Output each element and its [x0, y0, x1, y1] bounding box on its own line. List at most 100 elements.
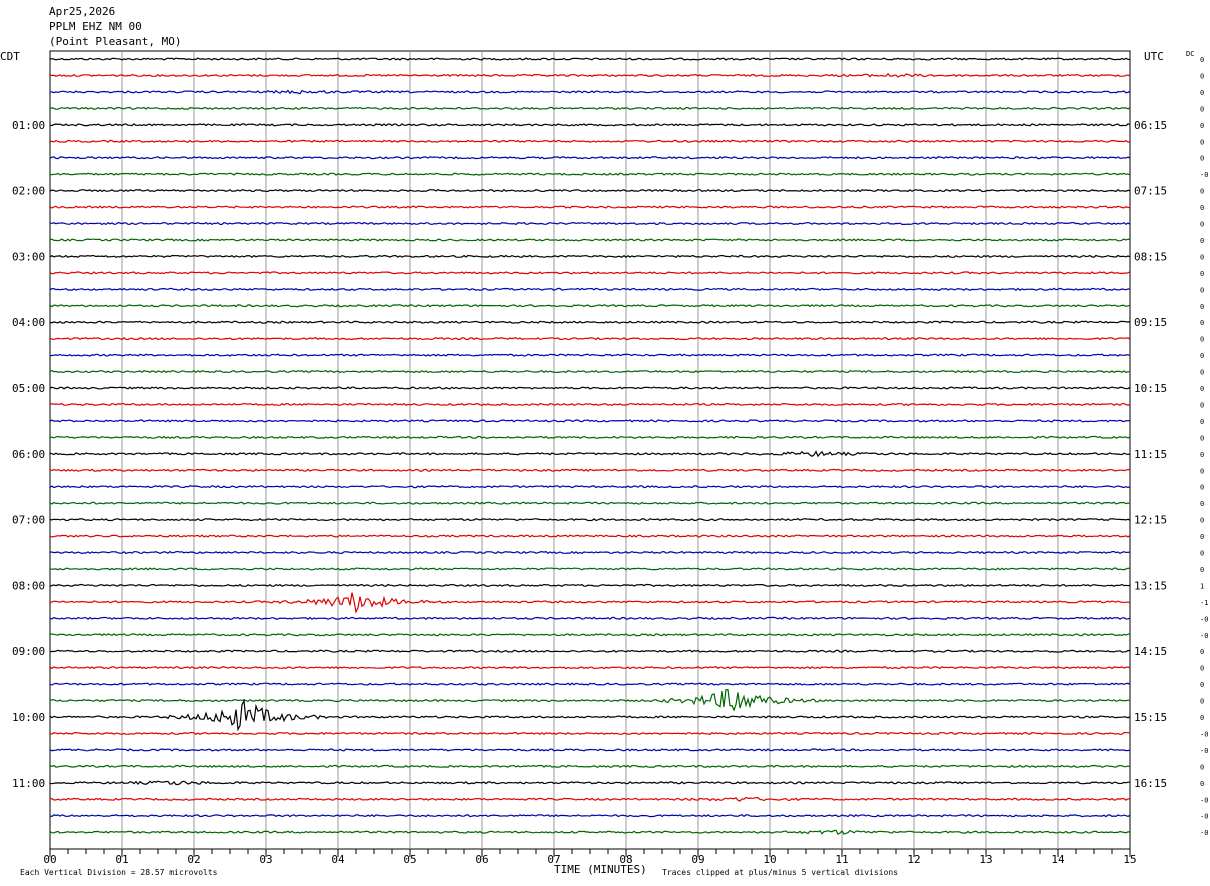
- dc-offset-value: 0: [1200, 221, 1204, 229]
- trace-row: [49, 731, 1130, 736]
- trace-row: [49, 814, 1131, 818]
- dc-offset-value: 0: [1200, 352, 1204, 360]
- dc-offset-value: -0: [1200, 829, 1208, 837]
- dc-label: DC: [1186, 50, 1194, 58]
- trace-row: [49, 583, 1131, 588]
- utc-hour-label: 08:15: [1134, 250, 1167, 263]
- trace-row: [49, 450, 1131, 458]
- cdt-hour-label: 09:00: [12, 645, 45, 658]
- trace-row: [49, 254, 1131, 259]
- trace-row: [49, 649, 1131, 653]
- dc-offset-value: -1: [1200, 599, 1208, 607]
- x-tick-label: 06: [475, 853, 488, 866]
- dc-offset-value: 0: [1200, 369, 1204, 377]
- dc-offset-value: 1: [1200, 582, 1204, 590]
- trace-row: [49, 534, 1131, 538]
- dc-offset-value: -0: [1200, 171, 1208, 179]
- utc-hour-labels: 06:15 07:15 08:15 09:15 10:15 11:15 12:15 13:15…: [1134, 119, 1167, 790]
- dc-offset-value: -0: [1200, 632, 1208, 640]
- cdt-hour-label: 03:00: [12, 250, 45, 263]
- trace-row: [49, 796, 1131, 802]
- dc-offset-value: -0: [1200, 730, 1208, 738]
- trace-row: [49, 501, 1130, 505]
- dc-offset-value: 0: [1200, 780, 1204, 788]
- clip-note: Traces clipped at plus/minus 5 vertical …: [662, 868, 898, 877]
- x-tick-label: 04: [331, 853, 345, 866]
- trace-row: [49, 748, 1131, 752]
- utc-hour-label: 06:15: [1134, 119, 1167, 132]
- x-tick-label: 15: [1123, 853, 1136, 866]
- x-axis-title: TIME (MINUTES): [554, 863, 647, 876]
- cdt-hour-label: 06:00: [12, 448, 45, 461]
- trace-row: [49, 550, 1131, 555]
- trace-row: [49, 829, 1131, 836]
- trace-row: [49, 353, 1131, 357]
- trace-row: [49, 698, 1131, 732]
- dc-offset-value: 0: [1200, 467, 1204, 475]
- dc-offset-value: 0: [1200, 714, 1204, 722]
- trace-row: [49, 205, 1130, 209]
- x-tick-label: 10: [763, 853, 776, 866]
- cdt-hour-label: 08:00: [12, 579, 45, 592]
- x-tick-label: 13: [979, 853, 992, 866]
- dc-offset-value: 0: [1200, 122, 1204, 130]
- cdt-hour-label: 07:00: [12, 514, 45, 527]
- trace-row: [49, 156, 1131, 160]
- x-tick-label: 00: [43, 853, 56, 866]
- dc-offset-value: 0: [1200, 385, 1204, 393]
- trace-row: [49, 468, 1131, 472]
- dc-offset-value: 0: [1200, 484, 1204, 492]
- trace-row: [49, 271, 1131, 275]
- trace-row: [49, 72, 1131, 78]
- dc-offset-value: 0: [1200, 418, 1204, 426]
- utc-hour-label: 16:15: [1134, 777, 1167, 790]
- utc-hour-label: 10:15: [1134, 382, 1167, 395]
- dc-offset-value: 0: [1200, 319, 1204, 327]
- cdt-hour-label: 02:00: [12, 185, 45, 198]
- trace-row: [49, 221, 1131, 226]
- trace-row: [49, 386, 1131, 390]
- helicorder-chart: Apr25,2026 PPLM EHZ NM 00 (Point Pleasan…: [0, 5, 1208, 877]
- x-tick-label: 14: [1051, 853, 1065, 866]
- x-tick-label: 12: [907, 853, 920, 866]
- dc-offset-value: 0: [1200, 56, 1204, 64]
- trace-row: [49, 123, 1131, 127]
- dc-offset-value: 0: [1200, 286, 1204, 294]
- trace-row: [49, 666, 1131, 670]
- dc-offset-value: 0: [1200, 665, 1204, 673]
- utc-hour-label: 07:15: [1134, 185, 1167, 198]
- dc-offset-value: 0: [1200, 763, 1204, 771]
- dc-offset-value: 0: [1200, 155, 1204, 163]
- cdt-hour-label: 05:00: [12, 382, 45, 395]
- trace-row: [49, 435, 1131, 439]
- left-timezone-label: CDT: [0, 50, 20, 63]
- dc-offset-value: 0: [1200, 253, 1204, 261]
- vertical-division-note: Each Vertical Division = 28.57 microvolt…: [20, 868, 218, 877]
- trace-row: [49, 517, 1131, 522]
- utc-hour-label: 14:15: [1134, 645, 1167, 658]
- dc-offset-value: 0: [1200, 270, 1204, 278]
- dc-offset-value: 0: [1200, 517, 1204, 525]
- cdt-hour-label: 04:00: [12, 316, 45, 329]
- plot-grid: [49, 50, 1131, 850]
- x-tick-label: 09: [691, 853, 704, 866]
- right-timezone-label: UTC: [1144, 50, 1164, 63]
- trace-row: [49, 764, 1131, 768]
- trace-row: [49, 337, 1131, 341]
- dc-offset-value: 0: [1200, 89, 1204, 97]
- utc-hour-label: 13:15: [1134, 579, 1167, 592]
- dc-offset-value: 0: [1200, 336, 1204, 344]
- x-tick-label: 02: [187, 853, 200, 866]
- x-tick-label: 05: [403, 853, 416, 866]
- dc-offset-value: 0: [1200, 533, 1204, 541]
- chart-date: Apr25,2026: [49, 5, 115, 18]
- cdt-hour-label: 01:00: [12, 119, 45, 132]
- dc-offset-value: 0: [1200, 401, 1204, 409]
- dc-offset-value: 0: [1200, 698, 1204, 706]
- dc-offset-value: -0: [1200, 796, 1208, 804]
- utc-hour-label: 12:15: [1134, 514, 1167, 527]
- dc-offset-value: 0: [1200, 550, 1204, 558]
- trace-row: [49, 633, 1131, 637]
- dc-offset-value: 0: [1200, 105, 1204, 113]
- x-tick-label: 11: [835, 853, 848, 866]
